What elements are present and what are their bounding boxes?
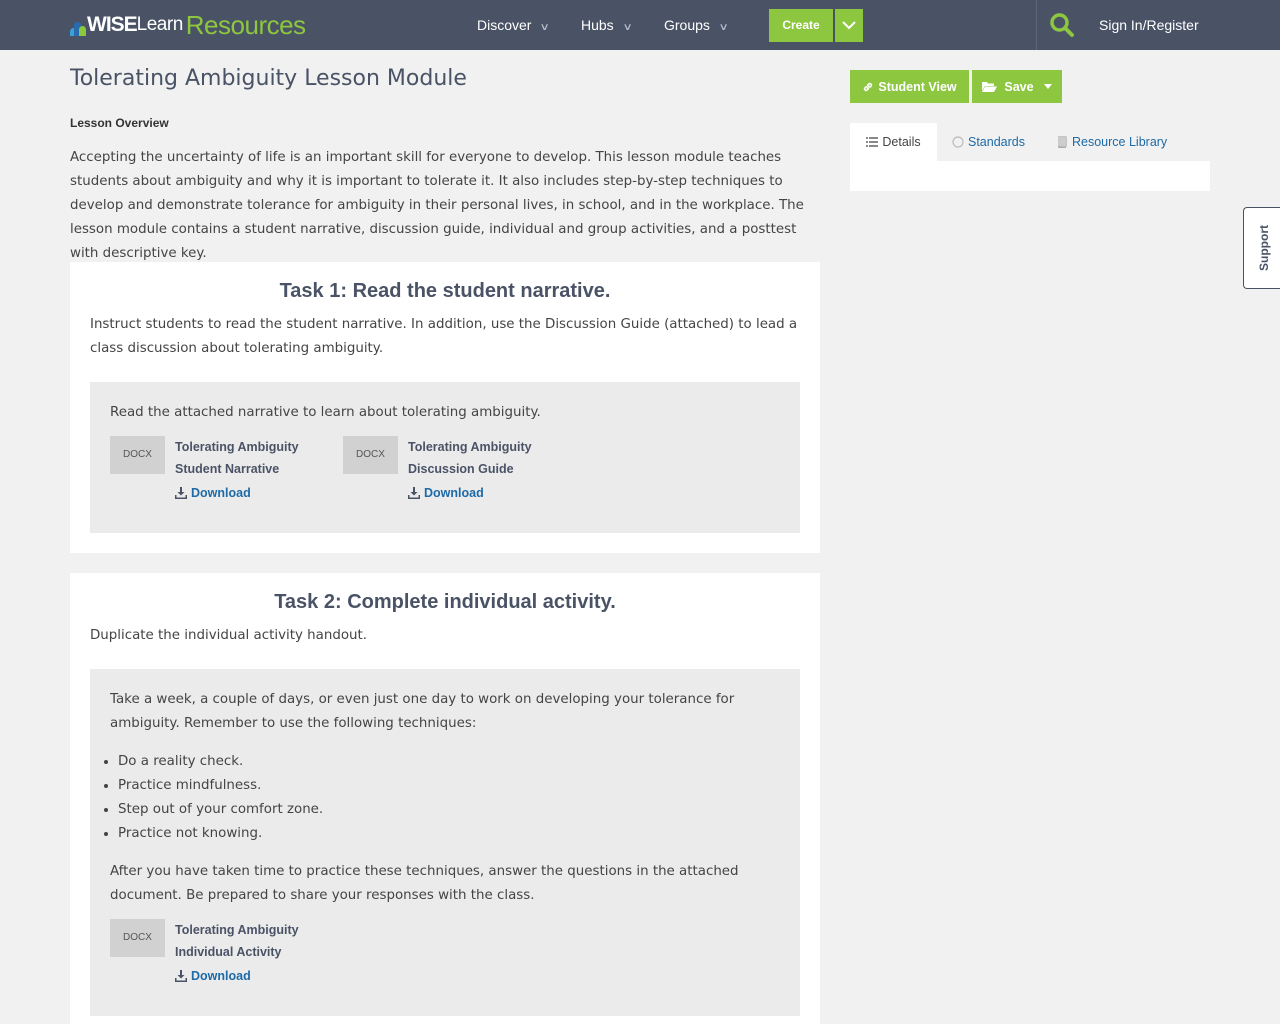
download-icon [175,970,187,982]
list-item: Practice not knowing. [118,822,323,846]
tab-details[interactable]: Details [850,123,937,161]
task-2-title: Task 2: Complete individual activity. [274,591,616,613]
page-title: Tolerating Ambiguity Lesson Module [70,66,467,91]
create-dropdown-button[interactable] [835,9,863,42]
support-label: Support [1256,225,1271,271]
chevron-down-icon [842,21,856,30]
wiselearn-logo[interactable]: WISE Learn Resources [70,10,306,40]
student-view-label: Student View [878,79,957,94]
lesson-overview-heading: Lesson Overview [70,116,169,130]
sidebar-tabs: Details Standards Resource Library [850,123,1210,161]
logo-learn-text: Learn [136,14,184,35]
logo-mark-icon [70,20,86,36]
attachment-item: DOCX Tolerating Ambiguity Individual Act… [110,919,330,999]
download-icon [408,487,420,499]
task-1-title: Task 1: Read the student narrative. [279,280,611,302]
tab-details-label: Details [882,135,921,149]
list-item: Step out of your comfort zone. [118,798,323,822]
download-link[interactable]: Download [175,486,251,500]
chevron-down-icon: ∨ [540,22,551,33]
link-icon [864,82,873,91]
chevron-down-icon: ∨ [622,22,633,33]
task-2-card: Task 2: Complete individual activity. Du… [70,573,820,1024]
circle-icon [952,136,964,148]
task-1-inner-text: Read the attached narrative to learn abo… [110,405,541,420]
download-icon [175,487,187,499]
attachment-item: DOCX Tolerating Ambiguity Student Narrat… [110,436,330,516]
attachment-name: Tolerating Ambiguity Discussion Guide [408,440,532,476]
tab-standards[interactable]: Standards [952,123,1025,161]
create-button[interactable]: Create [769,9,833,42]
search-icon[interactable] [1049,12,1075,38]
download-label: Download [424,486,484,500]
docx-file-icon: DOCX [110,919,165,957]
download-link[interactable]: Download [175,969,251,983]
book-icon [1058,136,1067,148]
chevron-down-icon: ∨ [718,22,729,33]
nav-discover-label: Discover [477,17,532,33]
nav-groups[interactable]: Groups ∨ [664,0,729,50]
attachment-name: Tolerating Ambiguity Student Narrative [175,440,299,476]
task-2-after-text: After you have taken time to practice th… [110,864,739,903]
sign-in-register-link[interactable]: Sign In/Register [1099,0,1199,50]
task-1-instructions: Instruct students to read the student na… [90,317,798,356]
logo-wise-text: WISE [87,13,138,36]
nav-groups-label: Groups [664,17,710,33]
list-item: Practice mindfulness. [118,774,323,798]
details-tab-panel [850,161,1210,191]
task-2-activity-panel: Take a week, a couple of days, or even j… [90,669,800,1016]
task-2-instructions: Duplicate the individual activity handou… [90,628,368,643]
support-tab-button[interactable]: Support [1243,207,1280,289]
student-view-button[interactable]: Student View [850,70,969,103]
nav-divider [1036,0,1037,50]
docx-file-icon: DOCX [343,436,398,474]
list-item: Do a reality check. [118,750,323,774]
save-button[interactable]: Save [972,70,1062,103]
logo-resources-text: Resources [185,10,306,40]
download-label: Download [191,486,251,500]
docx-file-icon: DOCX [110,436,165,474]
task-1-card: Task 1: Read the student narrative. Inst… [70,262,820,553]
tab-standards-label: Standards [968,135,1025,149]
nav-hubs-label: Hubs [581,17,614,33]
nav-hubs[interactable]: Hubs ∨ [581,0,633,50]
techniques-list: Do a reality check. Practice mindfulness… [118,750,323,846]
tab-resource-library[interactable]: Resource Library [1056,123,1167,161]
folder-open-icon [982,82,998,92]
attachment-name: Tolerating Ambiguity Individual Activity [175,923,299,959]
task-2-inner-text: Take a week, a couple of days, or even j… [110,692,735,731]
caret-down-icon [1043,84,1052,89]
tab-resource-library-label: Resource Library [1072,135,1168,149]
list-icon [866,137,879,147]
lesson-overview-text: Accepting the uncertainty of life is an … [70,150,804,261]
top-navbar: WISE Learn Resources Discover ∨ Hubs ∨ Gro… [0,0,1280,50]
download-label: Download [191,969,251,983]
download-link[interactable]: Download [408,486,484,500]
nav-discover[interactable]: Discover ∨ [477,0,551,50]
task-1-attachments-panel: Read the attached narrative to learn abo… [90,382,800,533]
attachment-item: DOCX Tolerating Ambiguity Discussion Gui… [343,436,563,516]
save-label: Save [1004,79,1034,94]
